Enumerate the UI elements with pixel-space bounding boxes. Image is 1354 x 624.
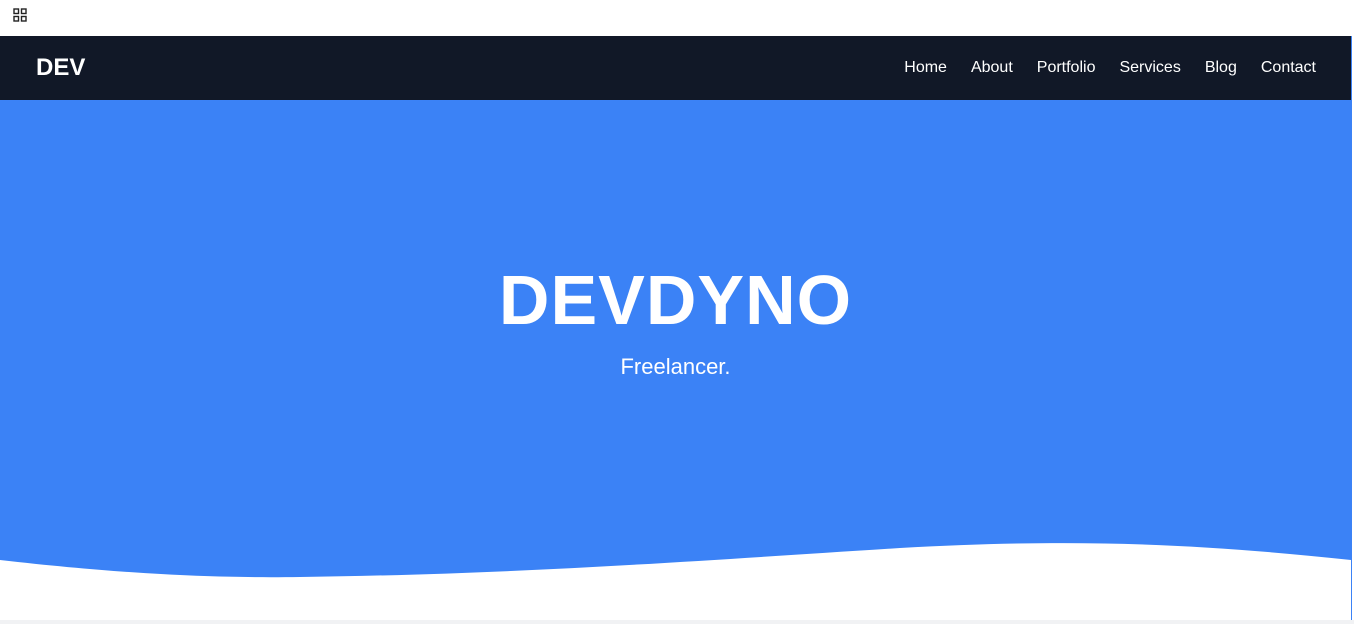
nav-link-services[interactable]: Services <box>1119 58 1180 78</box>
hero-title: DEVDYNO <box>498 261 853 339</box>
page-viewport: DEV Home About Portfolio Services Blog C… <box>0 36 1352 620</box>
nav-link-home[interactable]: Home <box>904 58 947 78</box>
grid-icon[interactable] <box>13 8 27 22</box>
hero-subtitle: Freelancer. <box>620 354 731 379</box>
bottom-strip <box>0 620 1354 624</box>
nav-link-blog[interactable]: Blog <box>1205 58 1237 78</box>
hero-section: DEVDYNO Freelancer. <box>0 100 1351 620</box>
nav-link-about[interactable]: About <box>971 58 1013 78</box>
nav-link-portfolio[interactable]: Portfolio <box>1037 58 1096 78</box>
nav-links: Home About Portfolio Services Blog Conta… <box>904 58 1316 78</box>
browser-toolbar <box>0 0 1354 36</box>
brand-logo[interactable]: DEV <box>36 54 85 82</box>
wave-divider <box>0 543 1351 620</box>
navbar: DEV Home About Portfolio Services Blog C… <box>0 36 1351 100</box>
nav-link-contact[interactable]: Contact <box>1261 58 1316 78</box>
